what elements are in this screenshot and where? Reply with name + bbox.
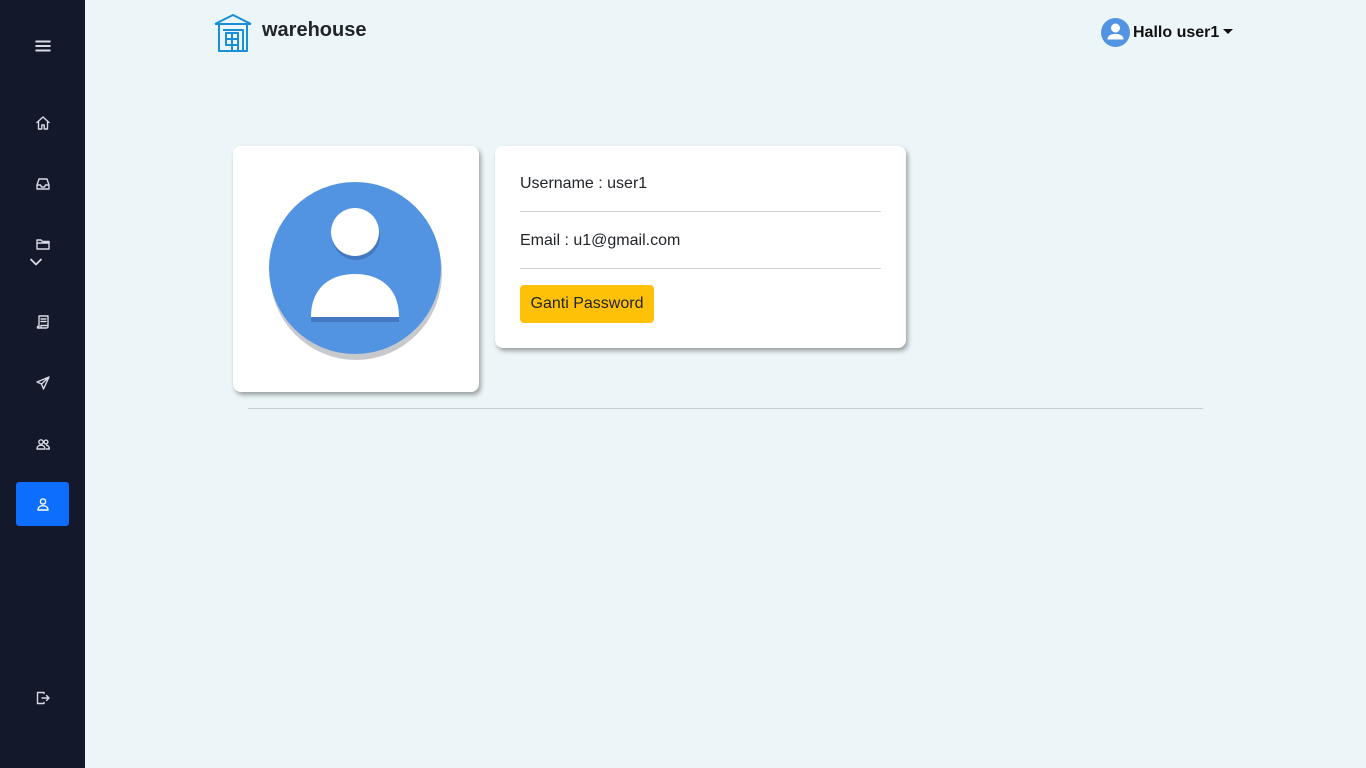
receipt-icon	[36, 315, 49, 329]
user-icon	[36, 498, 49, 511]
inbox-icon	[35, 178, 50, 190]
sidebar-item-users[interactable]	[16, 422, 69, 466]
sidebar-item-profile[interactable]	[16, 482, 69, 526]
username-text: Username : user1	[520, 175, 648, 192]
users-icon	[35, 439, 50, 450]
change-password-button[interactable]: Ganti Password	[520, 285, 654, 323]
sidebar-item-home[interactable]	[16, 101, 69, 145]
home-icon	[35, 116, 50, 130]
logout-icon	[36, 691, 50, 705]
user-avatar-icon	[1101, 18, 1130, 47]
sidebar-item-logout[interactable]	[16, 676, 69, 720]
hamburger-menu-icon	[34, 40, 51, 52]
divider	[520, 268, 881, 269]
page-divider	[248, 408, 1203, 409]
send-icon	[35, 376, 50, 390]
user-greeting: Hallo user1	[1133, 23, 1220, 41]
folder-icon	[35, 239, 50, 250]
chevron-down-icon[interactable]	[29, 257, 43, 267]
sidebar-toggle-button[interactable]	[16, 24, 69, 68]
brand[interactable]: warehouse	[213, 13, 366, 53]
avatar-card	[233, 146, 479, 392]
sidebar-item-send[interactable]	[16, 361, 69, 405]
brand-name: warehouse	[262, 18, 367, 41]
divider	[520, 211, 881, 212]
user-dropdown-toggle[interactable]: Hallo user1	[1101, 18, 1234, 47]
email-text: Email : u1@gmail.com	[520, 232, 681, 249]
sidebar-item-receipt[interactable]	[16, 300, 69, 344]
profile-avatar-icon	[269, 182, 442, 360]
caret-down-icon	[1223, 29, 1234, 34]
sidebar-item-inbox[interactable]	[16, 162, 69, 206]
profile-info-card: Username : user1 Email : u1@gmail.com Ga…	[495, 146, 906, 348]
warehouse-logo-icon	[214, 14, 252, 52]
sidebar	[0, 0, 85, 768]
